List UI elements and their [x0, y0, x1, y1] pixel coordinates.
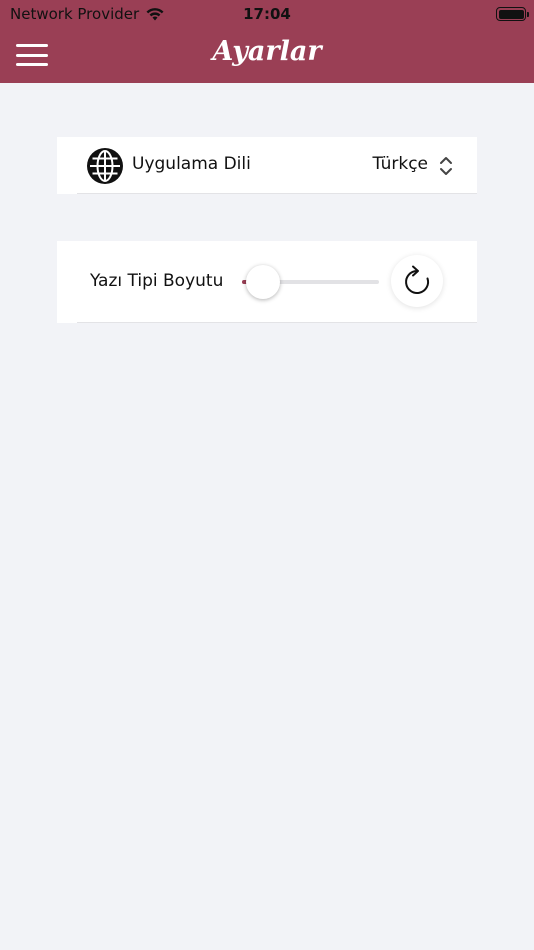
globe-icon: [87, 148, 123, 184]
font-size-setting-row: Yazı Tipi Boyutu: [57, 241, 477, 323]
language-setting-row[interactable]: Uygulama Dili Türkçe: [57, 137, 477, 194]
row-divider: [77, 322, 477, 323]
chevron-up-down-icon[interactable]: [439, 156, 453, 176]
font-size-label: Yazı Tipi Boyutu: [90, 271, 224, 291]
page-title: Ayarlar: [212, 36, 322, 67]
battery-icon: [496, 7, 529, 21]
refresh-icon: [405, 265, 430, 294]
language-value[interactable]: Türkçe: [373, 154, 428, 174]
battery-level: [498, 9, 524, 19]
language-label: Uygulama Dili: [132, 154, 251, 174]
status-bar: Network Provider 17:04: [0, 0, 534, 28]
row-divider: [77, 193, 477, 194]
slider-thumb[interactable]: [245, 265, 280, 299]
reset-font-size-button[interactable]: [391, 255, 443, 307]
status-time: 17:04: [243, 5, 291, 23]
font-size-slider[interactable]: [242, 265, 379, 299]
